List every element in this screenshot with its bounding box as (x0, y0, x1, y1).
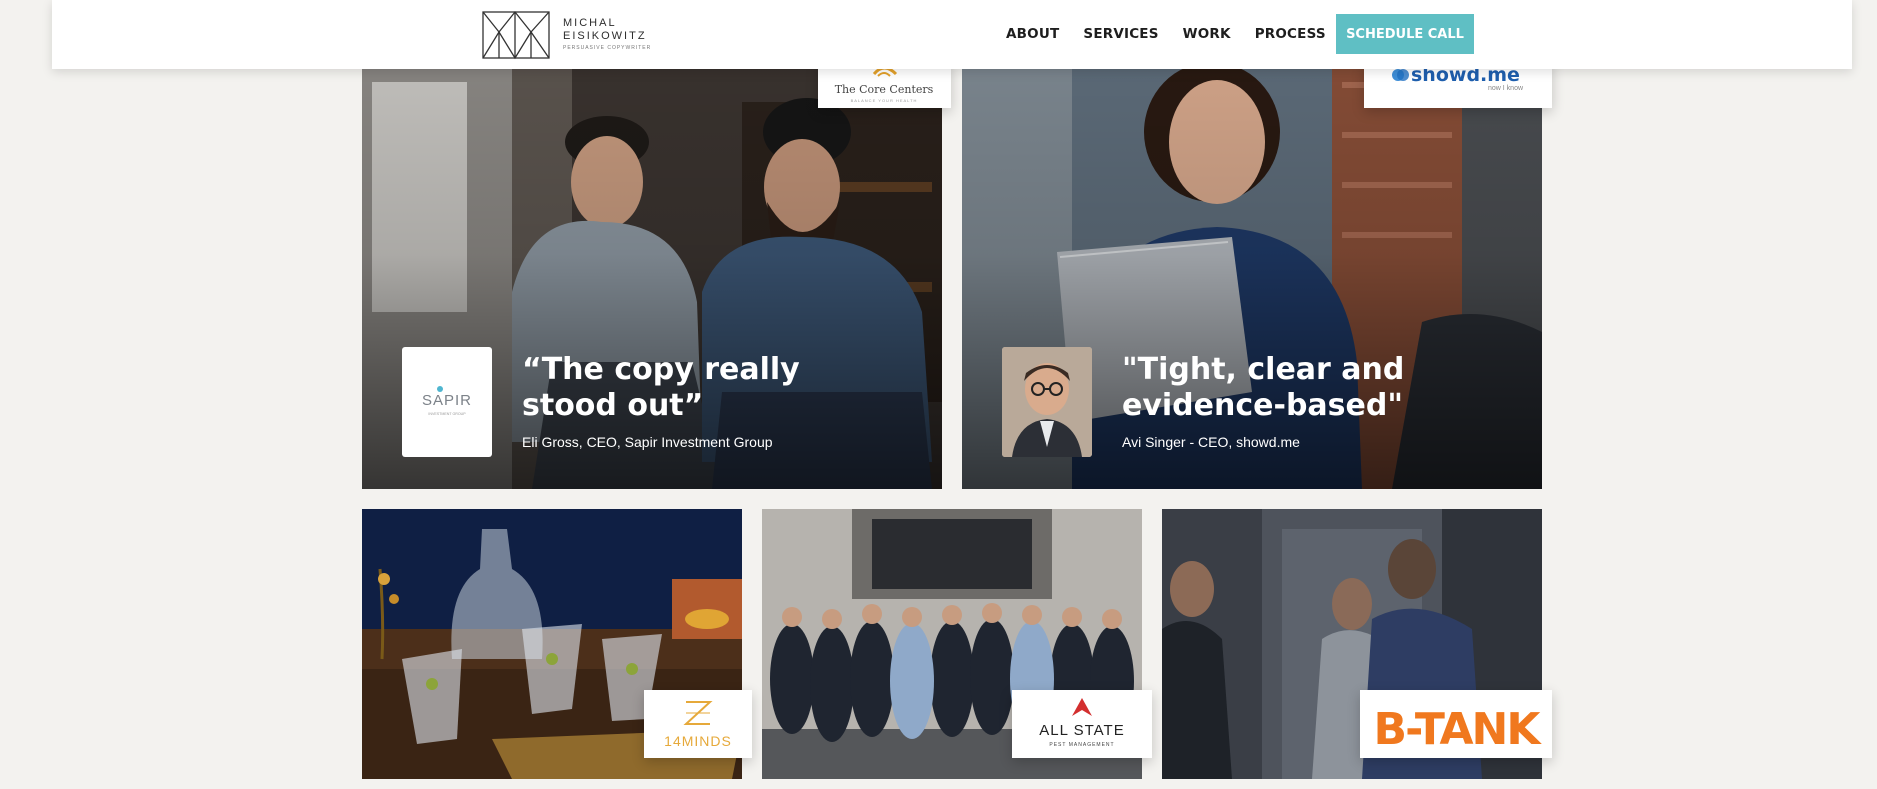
sapir-logo-icon: SAPIR INVESTMENT GROUP (422, 386, 472, 416)
logo-mark-icon (482, 10, 550, 60)
nav-work[interactable]: WORK (1183, 26, 1231, 42)
site-header: MICHAL EISIKOWITZ PERSUASIVE COPYWRITER … (52, 0, 1852, 69)
testimonial-cite: Eli Gross, CEO, Sapir Investment Group (522, 434, 773, 450)
sapir-logo-sub: INVESTMENT GROUP (428, 412, 466, 416)
btank-name: B-TANK (1374, 704, 1543, 755)
logo-wordmark: MICHAL EISIKOWITZ PERSUASIVE COPYWRITER (563, 17, 651, 51)
core-centers-sub: BALANCE YOUR HEALTH (851, 98, 918, 103)
schedule-call-button[interactable]: SCHEDULE CALL (1336, 14, 1474, 54)
14minds-logo-icon: 14MINDS (664, 701, 732, 749)
testimonial-card-sapir[interactable]: SAPIR INVESTMENT GROUP “The copy really … (362, 62, 942, 489)
testimonial-content: “The copy really stood out” Eli Gross, C… (522, 352, 842, 450)
showdme-sub: now I know (1488, 85, 1524, 92)
logo-tagline: PERSUASIVE COPYWRITER (563, 45, 652, 51)
allstate-name: ALL STATE (1039, 722, 1124, 739)
logo-line-1: MICHAL (563, 17, 617, 29)
14minds-name: 14MINDS (664, 733, 732, 749)
testimonial-cite: Avi Singer - CEO, showd.me (1122, 434, 1300, 450)
main-nav: ABOUT SERVICES WORK PROCESS (1006, 26, 1326, 42)
logo-line-2: EISIKOWITZ (563, 30, 647, 42)
core-centers-name: The Core Centers (835, 83, 934, 96)
testimonial-content: "Tight, clear and evidence-based" Avi Si… (1122, 352, 1442, 450)
testimonial-card-showdme[interactable]: "Tight, clear and evidence-based" Avi Si… (962, 62, 1542, 489)
testimonial-quote: "Tight, clear and evidence-based" (1122, 352, 1405, 423)
site-logo[interactable]: MICHAL EISIKOWITZ PERSUASIVE COPYWRITER (481, 8, 701, 60)
avatar-photo (1002, 347, 1092, 457)
allstate-logo-icon: ALL STATE PEST MANAGEMENT (1039, 698, 1124, 748)
sapir-logo: SAPIR INVESTMENT GROUP (402, 347, 492, 457)
testimonial-quote: “The copy really stood out” (522, 352, 800, 423)
14minds-logo: 14MINDS (644, 690, 752, 758)
allstate-sub: PEST MANAGEMENT (1049, 742, 1114, 748)
allstate-logo: ALL STATE PEST MANAGEMENT (1012, 690, 1152, 758)
nav-about[interactable]: ABOUT (1006, 26, 1059, 42)
btank-logo: B-TANK (1360, 690, 1552, 758)
btank-logo-icon: B-TANK (1374, 704, 1545, 755)
avi-singer-avatar (1002, 347, 1092, 457)
nav-services[interactable]: SERVICES (1083, 26, 1158, 42)
nav-process[interactable]: PROCESS (1255, 26, 1326, 42)
sapir-logo-text: SAPIR (422, 392, 472, 409)
